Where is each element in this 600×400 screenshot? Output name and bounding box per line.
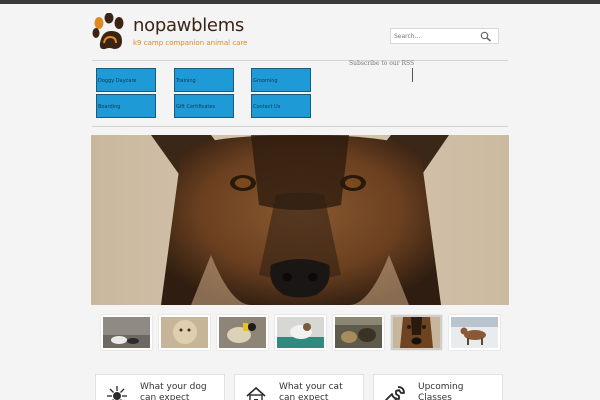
search-input[interactable] xyxy=(391,29,477,43)
logo-tagline: k9 camp companion animal care xyxy=(133,39,248,47)
search-box xyxy=(390,28,499,44)
nav-item-contact-us[interactable]: Contact Us xyxy=(251,94,311,118)
nav-item-doggy-daycare[interactable]: Doggy Daycare xyxy=(96,68,156,92)
dog-with-toy-photo xyxy=(219,317,266,348)
logo-title: nopawblems xyxy=(133,15,245,36)
header-divider xyxy=(92,60,508,61)
fluffy-dog-photo xyxy=(161,317,208,348)
thumbnail-5[interactable] xyxy=(333,315,384,350)
card-dog-expect[interactable]: What your dog can expect xyxy=(95,374,225,400)
thumbnail-4[interactable] xyxy=(275,315,326,350)
rss-link[interactable]: Subscribe to our RSS xyxy=(349,60,414,67)
card-cat-expect[interactable]: What your cat can expect xyxy=(234,374,364,400)
nav-item-boarding[interactable]: Boarding xyxy=(96,94,156,118)
card-title: What your dog can expect xyxy=(140,382,207,400)
thumbnail-1[interactable] xyxy=(101,315,152,350)
thumbnail-2[interactable] xyxy=(159,315,210,350)
hero-slide[interactable] xyxy=(91,135,509,305)
nav-item-grooming[interactable]: Grooming xyxy=(251,68,311,92)
top-bar xyxy=(0,0,600,4)
dog-in-bath-photo xyxy=(277,317,324,348)
paw-print-icon xyxy=(92,13,124,50)
dog-in-snow-photo xyxy=(451,317,498,348)
site-logo[interactable]: nopawblems k9 camp companion animal care xyxy=(92,13,252,53)
dogs-on-floor-photo xyxy=(103,317,150,348)
thumbnail-7[interactable] xyxy=(449,315,500,350)
dogs-at-daycare-photo xyxy=(335,317,382,348)
german-shepherd-photo xyxy=(91,135,509,305)
rss-divider xyxy=(412,68,413,82)
nav-divider xyxy=(92,126,508,127)
wrench-icon xyxy=(384,386,405,400)
nav-item-gift-certificates[interactable]: Gift Certificates xyxy=(174,94,234,118)
search-icon[interactable] xyxy=(480,31,492,42)
card-title: Upcoming Classes xyxy=(418,382,464,400)
thumbnail-3[interactable] xyxy=(217,315,268,350)
card-title: What your cat can expect xyxy=(279,382,343,400)
house-icon xyxy=(246,386,266,400)
thumbnail-6[interactable] xyxy=(391,315,442,350)
german-shepherd-photo xyxy=(393,317,440,348)
card-upcoming-classes[interactable]: Upcoming Classes xyxy=(373,374,503,400)
nav-item-training[interactable]: Training xyxy=(174,68,234,92)
paw-bug-icon xyxy=(107,386,127,400)
